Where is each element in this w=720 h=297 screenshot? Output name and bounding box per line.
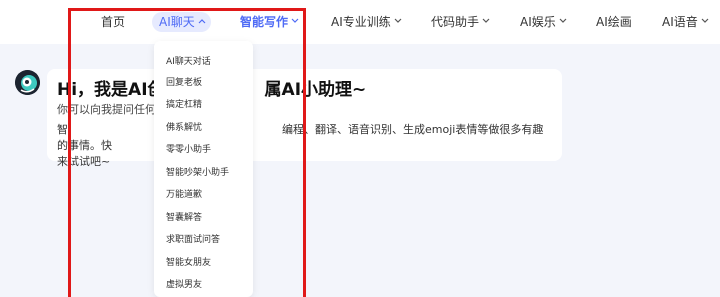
nav-item-ai-entertainment[interactable]: AI娱乐 [520,0,567,44]
robot-icon [15,70,40,95]
welcome-body: 智编程、翻译、语音识别、生成emoji表情等做很多有趣的事情。快 来试试吧~ [57,122,552,170]
menu-item[interactable]: 万能道歉 [166,187,202,200]
chevron-down-icon [482,0,490,44]
nav-item-label: AI专业训练 [331,15,391,29]
nav-item-label: 智能写作 [240,15,289,29]
nav-item-ai-painting[interactable]: AI绘画 [596,0,632,44]
nav-item-smart-writing[interactable]: 智能写作 [240,0,299,44]
welcome-title-left: Hi，我是AI创 [57,80,165,100]
nav-item-home[interactable]: 首页 [101,0,125,44]
assistant-avatar [15,70,40,95]
nav-item-label: 首页 [101,15,126,29]
menu-item[interactable]: 智能吵架小助手 [166,165,229,178]
nav-item-label: AI娱乐 [520,15,556,29]
nav-item-label: AI语音 [662,15,698,29]
menu-item[interactable]: 求职面试问答 [166,232,220,245]
welcome-body-left: 智 [57,123,68,136]
nav-item-label: 代码助手 [431,15,480,29]
welcome-subtitle: 你可以向我提问任何问 [57,103,167,116]
menu-item[interactable]: 搞定杠精 [166,97,202,110]
welcome-body-line2: 来试试吧~ [57,155,111,168]
welcome-body-right: 编程、翻译、语音识别、生成emoji表情等做很多有趣的事情。快 [57,123,544,152]
top-navigation-bar: 首页 AI聊天 智能写作 AI专业训练 代码助手 AI娱乐 AI绘画 AI语音 [0,0,720,44]
ai-chat-dropdown-menu: AI聊天对话 回复老板 搞定杠精 佛系解忧 零零小助手 智能吵架小助手 万能道歉… [154,41,253,297]
chevron-down-icon [394,0,402,44]
menu-item[interactable]: 佛系解忧 [166,120,202,133]
chevron-down-icon [291,0,299,44]
nav-item-label: AI聊天 [159,15,195,29]
menu-item[interactable]: 智囊解答 [166,210,202,223]
menu-item[interactable]: 智能女朋友 [166,255,211,268]
menu-item[interactable]: AI聊天对话 [166,54,211,67]
chevron-up-icon [198,0,206,44]
chevron-down-icon [701,0,709,44]
nav-item-code-assistant[interactable]: 代码助手 [431,0,490,44]
menu-item[interactable]: 回复老板 [166,75,202,88]
chevron-down-icon [559,0,567,44]
nav-item-ai-chat[interactable]: AI聊天 [159,0,206,44]
nav-item-ai-training[interactable]: AI专业训练 [331,0,402,44]
welcome-title-right: 属AI小助理~ [264,80,367,100]
nav-item-label: AI绘画 [596,15,632,29]
welcome-card: Hi，我是AI创 属AI小助理~ 你可以向我提问任何问 智编程、翻译、语音识别、生… [47,69,562,168]
menu-item[interactable]: 虚拟男友 [166,277,202,290]
nav-item-ai-voice[interactable]: AI语音 [662,0,709,44]
menu-item[interactable]: 零零小助手 [166,142,211,155]
